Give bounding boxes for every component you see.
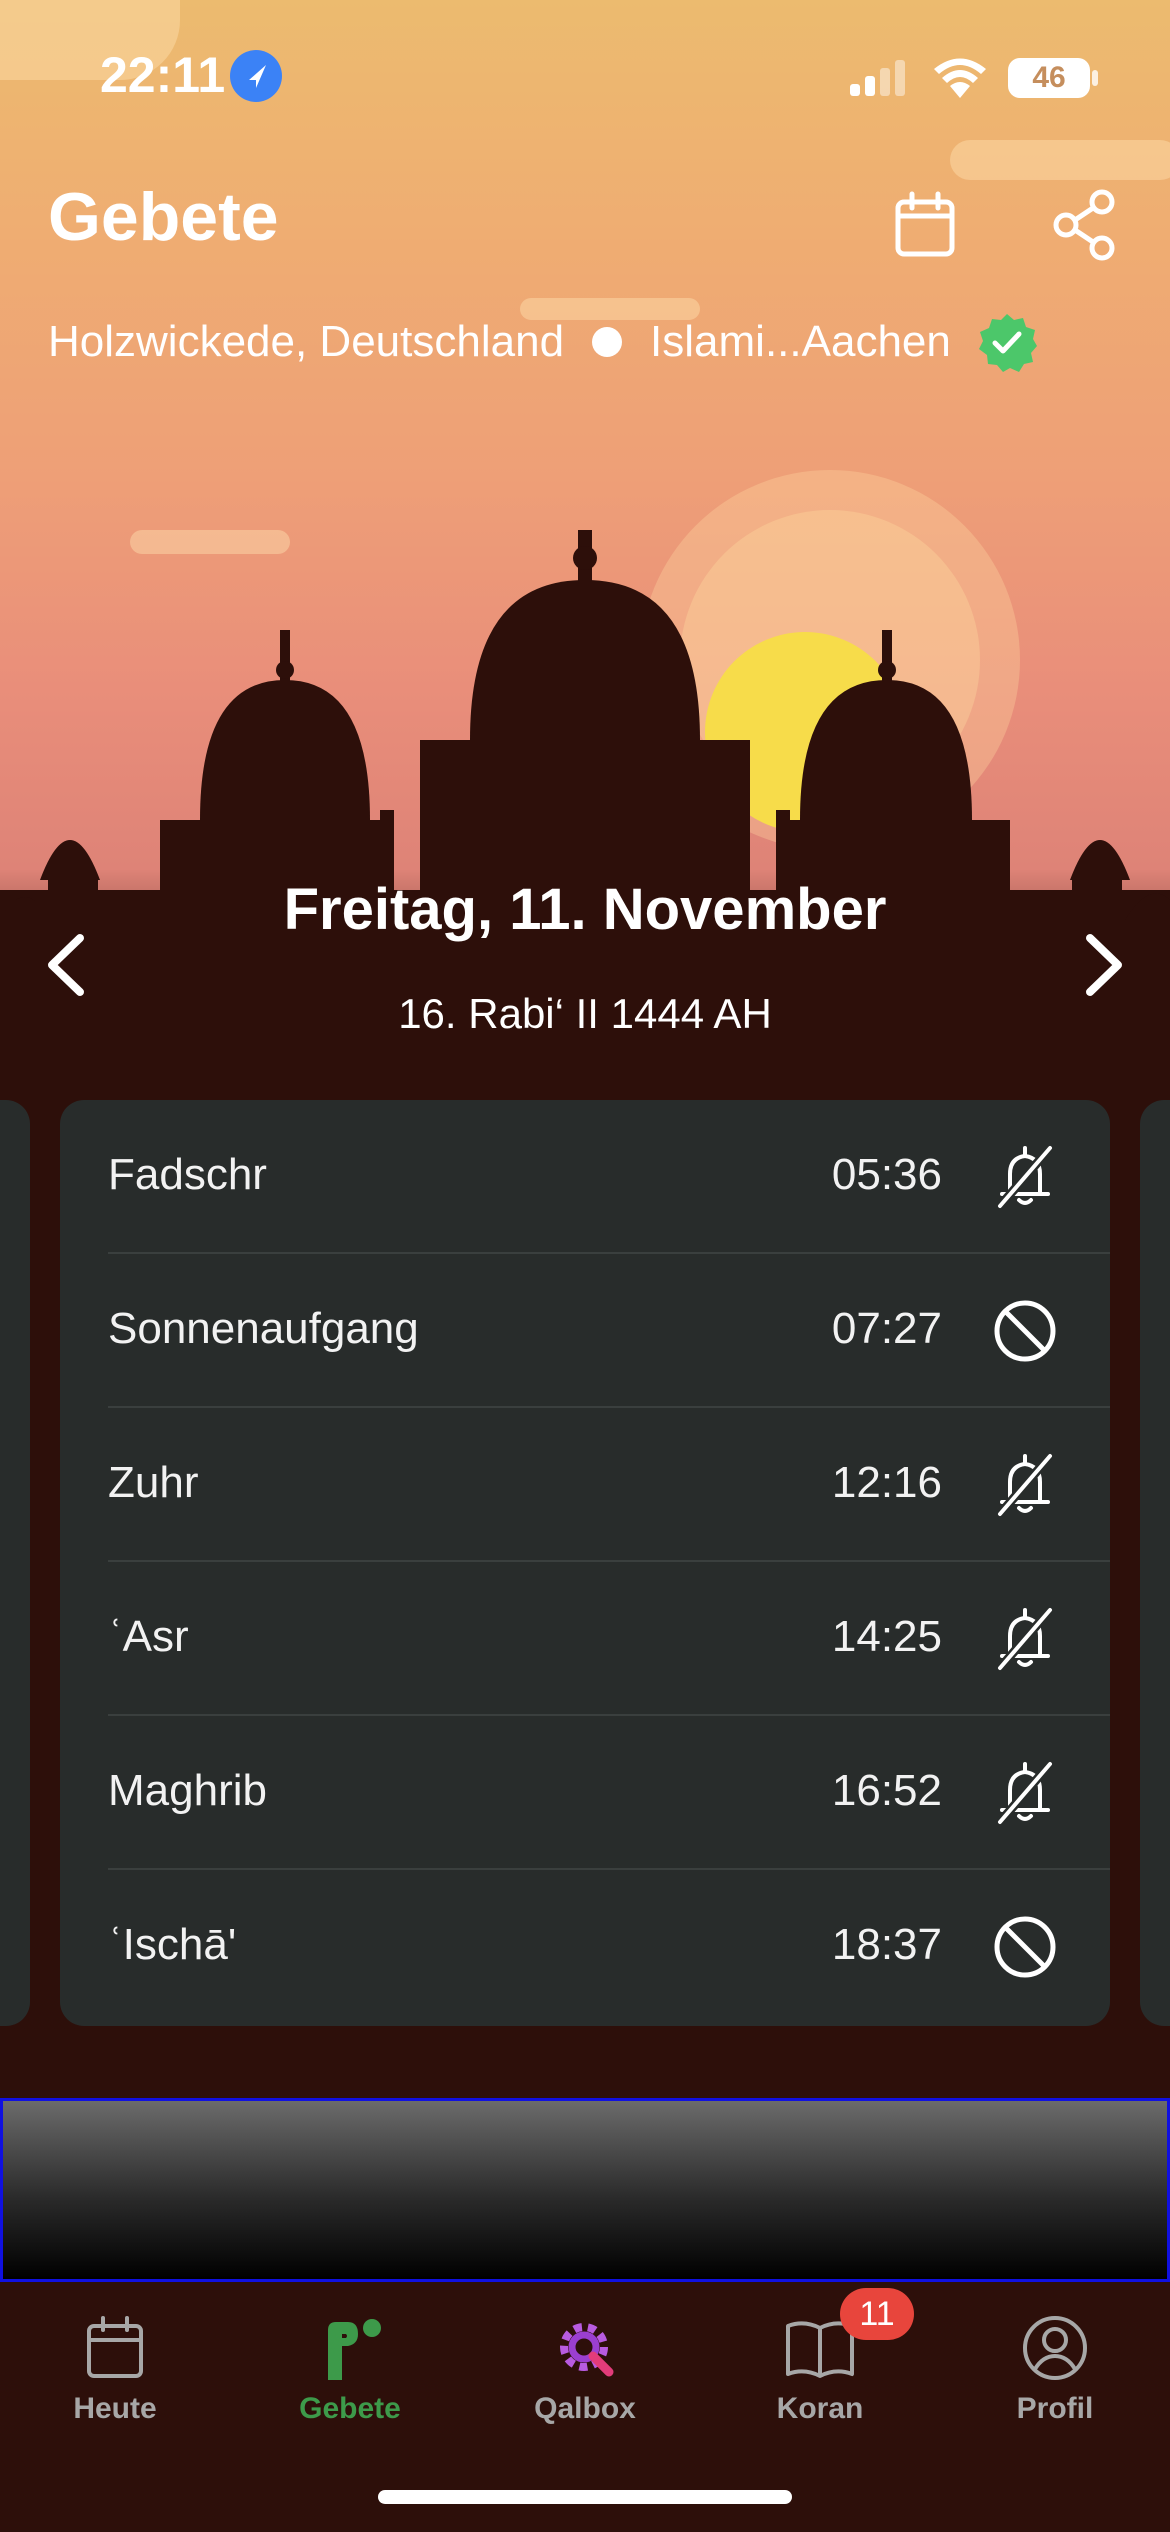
bell-off-icon[interactable] bbox=[990, 1758, 1060, 1828]
prayer-name: Sonnenaufgang bbox=[108, 1304, 419, 1353]
tab-label: Qalbox bbox=[534, 2392, 636, 2425]
tab-profil[interactable]: Profil bbox=[955, 2302, 1155, 2432]
prayer-icon bbox=[328, 2319, 381, 2380]
prayer-time: 07:27 bbox=[831, 1304, 942, 1353]
prayer-time: 05:36 bbox=[831, 1150, 942, 1199]
previous-day-card[interactable] bbox=[0, 1100, 30, 2026]
tab-label: Profil bbox=[1016, 2392, 1094, 2425]
status-time: 22:11 bbox=[100, 47, 226, 103]
prayer-row[interactable]: Fadschr 05:36 bbox=[60, 1100, 1110, 1254]
mosque-silhouette bbox=[0, 502, 1170, 1060]
prayer-name: Fadschr bbox=[108, 1150, 267, 1199]
verified-badge-icon bbox=[978, 314, 1037, 372]
prayer-row[interactable]: ʿIschā' 18:37 bbox=[60, 1870, 1110, 2024]
prayer-time: 18:37 bbox=[831, 1920, 942, 1969]
calculation-method: Islami...Aachen bbox=[650, 317, 951, 366]
chevron-right-icon bbox=[1086, 934, 1122, 996]
next-day-card[interactable] bbox=[1140, 1100, 1170, 2026]
page-title: Gebete bbox=[48, 179, 279, 255]
prayer-name: ʿAsr bbox=[108, 1612, 189, 1661]
tab-label: Heute bbox=[73, 2392, 157, 2425]
bell-off-icon[interactable] bbox=[990, 1142, 1060, 1212]
disabled-icon[interactable] bbox=[990, 1912, 1060, 1982]
status-bar: 22:11 46 bbox=[0, 0, 1170, 150]
prayer-name: Maghrib bbox=[108, 1766, 267, 1815]
hijri-date: 16. Rabi‘ II 1444 AH bbox=[398, 990, 772, 1037]
location-text: Holzwickede, Deutschland bbox=[48, 317, 565, 366]
gregorian-date: Freitag, 11. November bbox=[283, 877, 887, 942]
prayer-row[interactable]: ʿAsr 14:25 bbox=[60, 1562, 1110, 1716]
tab-gebete[interactable]: Gebete bbox=[250, 2302, 450, 2432]
tab-heute[interactable]: Heute bbox=[15, 2302, 215, 2432]
next-day-button[interactable] bbox=[1072, 930, 1132, 1000]
qalbox-icon bbox=[560, 2323, 614, 2377]
calendar-button[interactable] bbox=[890, 190, 960, 260]
prayer-time: 14:25 bbox=[831, 1612, 942, 1661]
location-arrow-icon bbox=[230, 50, 282, 102]
prayer-name: ʿIschā' bbox=[108, 1920, 237, 1969]
battery-level: 46 bbox=[1008, 58, 1090, 98]
prayer-time: 16:52 bbox=[831, 1766, 942, 1815]
prayer-row[interactable]: Maghrib 16:52 bbox=[60, 1716, 1110, 1870]
wifi-icon bbox=[934, 58, 986, 98]
prayer-time: 12:16 bbox=[831, 1458, 942, 1507]
tab-qalbox[interactable]: Qalbox bbox=[485, 2302, 685, 2432]
tab-label: Gebete bbox=[299, 2392, 401, 2425]
separator-dot bbox=[592, 327, 623, 357]
signal-icon bbox=[850, 60, 905, 96]
disabled-icon[interactable] bbox=[990, 1296, 1060, 1366]
tab-label: Koran bbox=[776, 2392, 864, 2425]
profile-icon bbox=[1023, 2316, 1087, 2380]
prayer-row[interactable]: Sonnenaufgang 07:27 bbox=[60, 1254, 1110, 1408]
battery-tip bbox=[1092, 70, 1098, 86]
prayer-name: Zuhr bbox=[108, 1458, 199, 1507]
calendar-icon bbox=[87, 2316, 143, 2378]
prayer-row[interactable]: Zuhr 12:16 bbox=[60, 1408, 1110, 1562]
koran-badge: 11 bbox=[840, 2288, 914, 2340]
ad-banner[interactable] bbox=[0, 2098, 1170, 2282]
calendar-icon bbox=[895, 191, 955, 257]
bell-off-icon[interactable] bbox=[990, 1450, 1060, 1520]
bell-off-icon[interactable] bbox=[990, 1604, 1060, 1674]
home-indicator[interactable] bbox=[378, 2490, 792, 2504]
prayer-times-card: Fadschr 05:36 Sonnenaufgang 07:27 Zuhr 1… bbox=[60, 1100, 1110, 2026]
share-button[interactable] bbox=[1050, 188, 1120, 262]
share-icon bbox=[1053, 189, 1115, 261]
location-selector[interactable]: Holzwickede, Deutschland Islami...Aachen bbox=[48, 312, 1037, 372]
